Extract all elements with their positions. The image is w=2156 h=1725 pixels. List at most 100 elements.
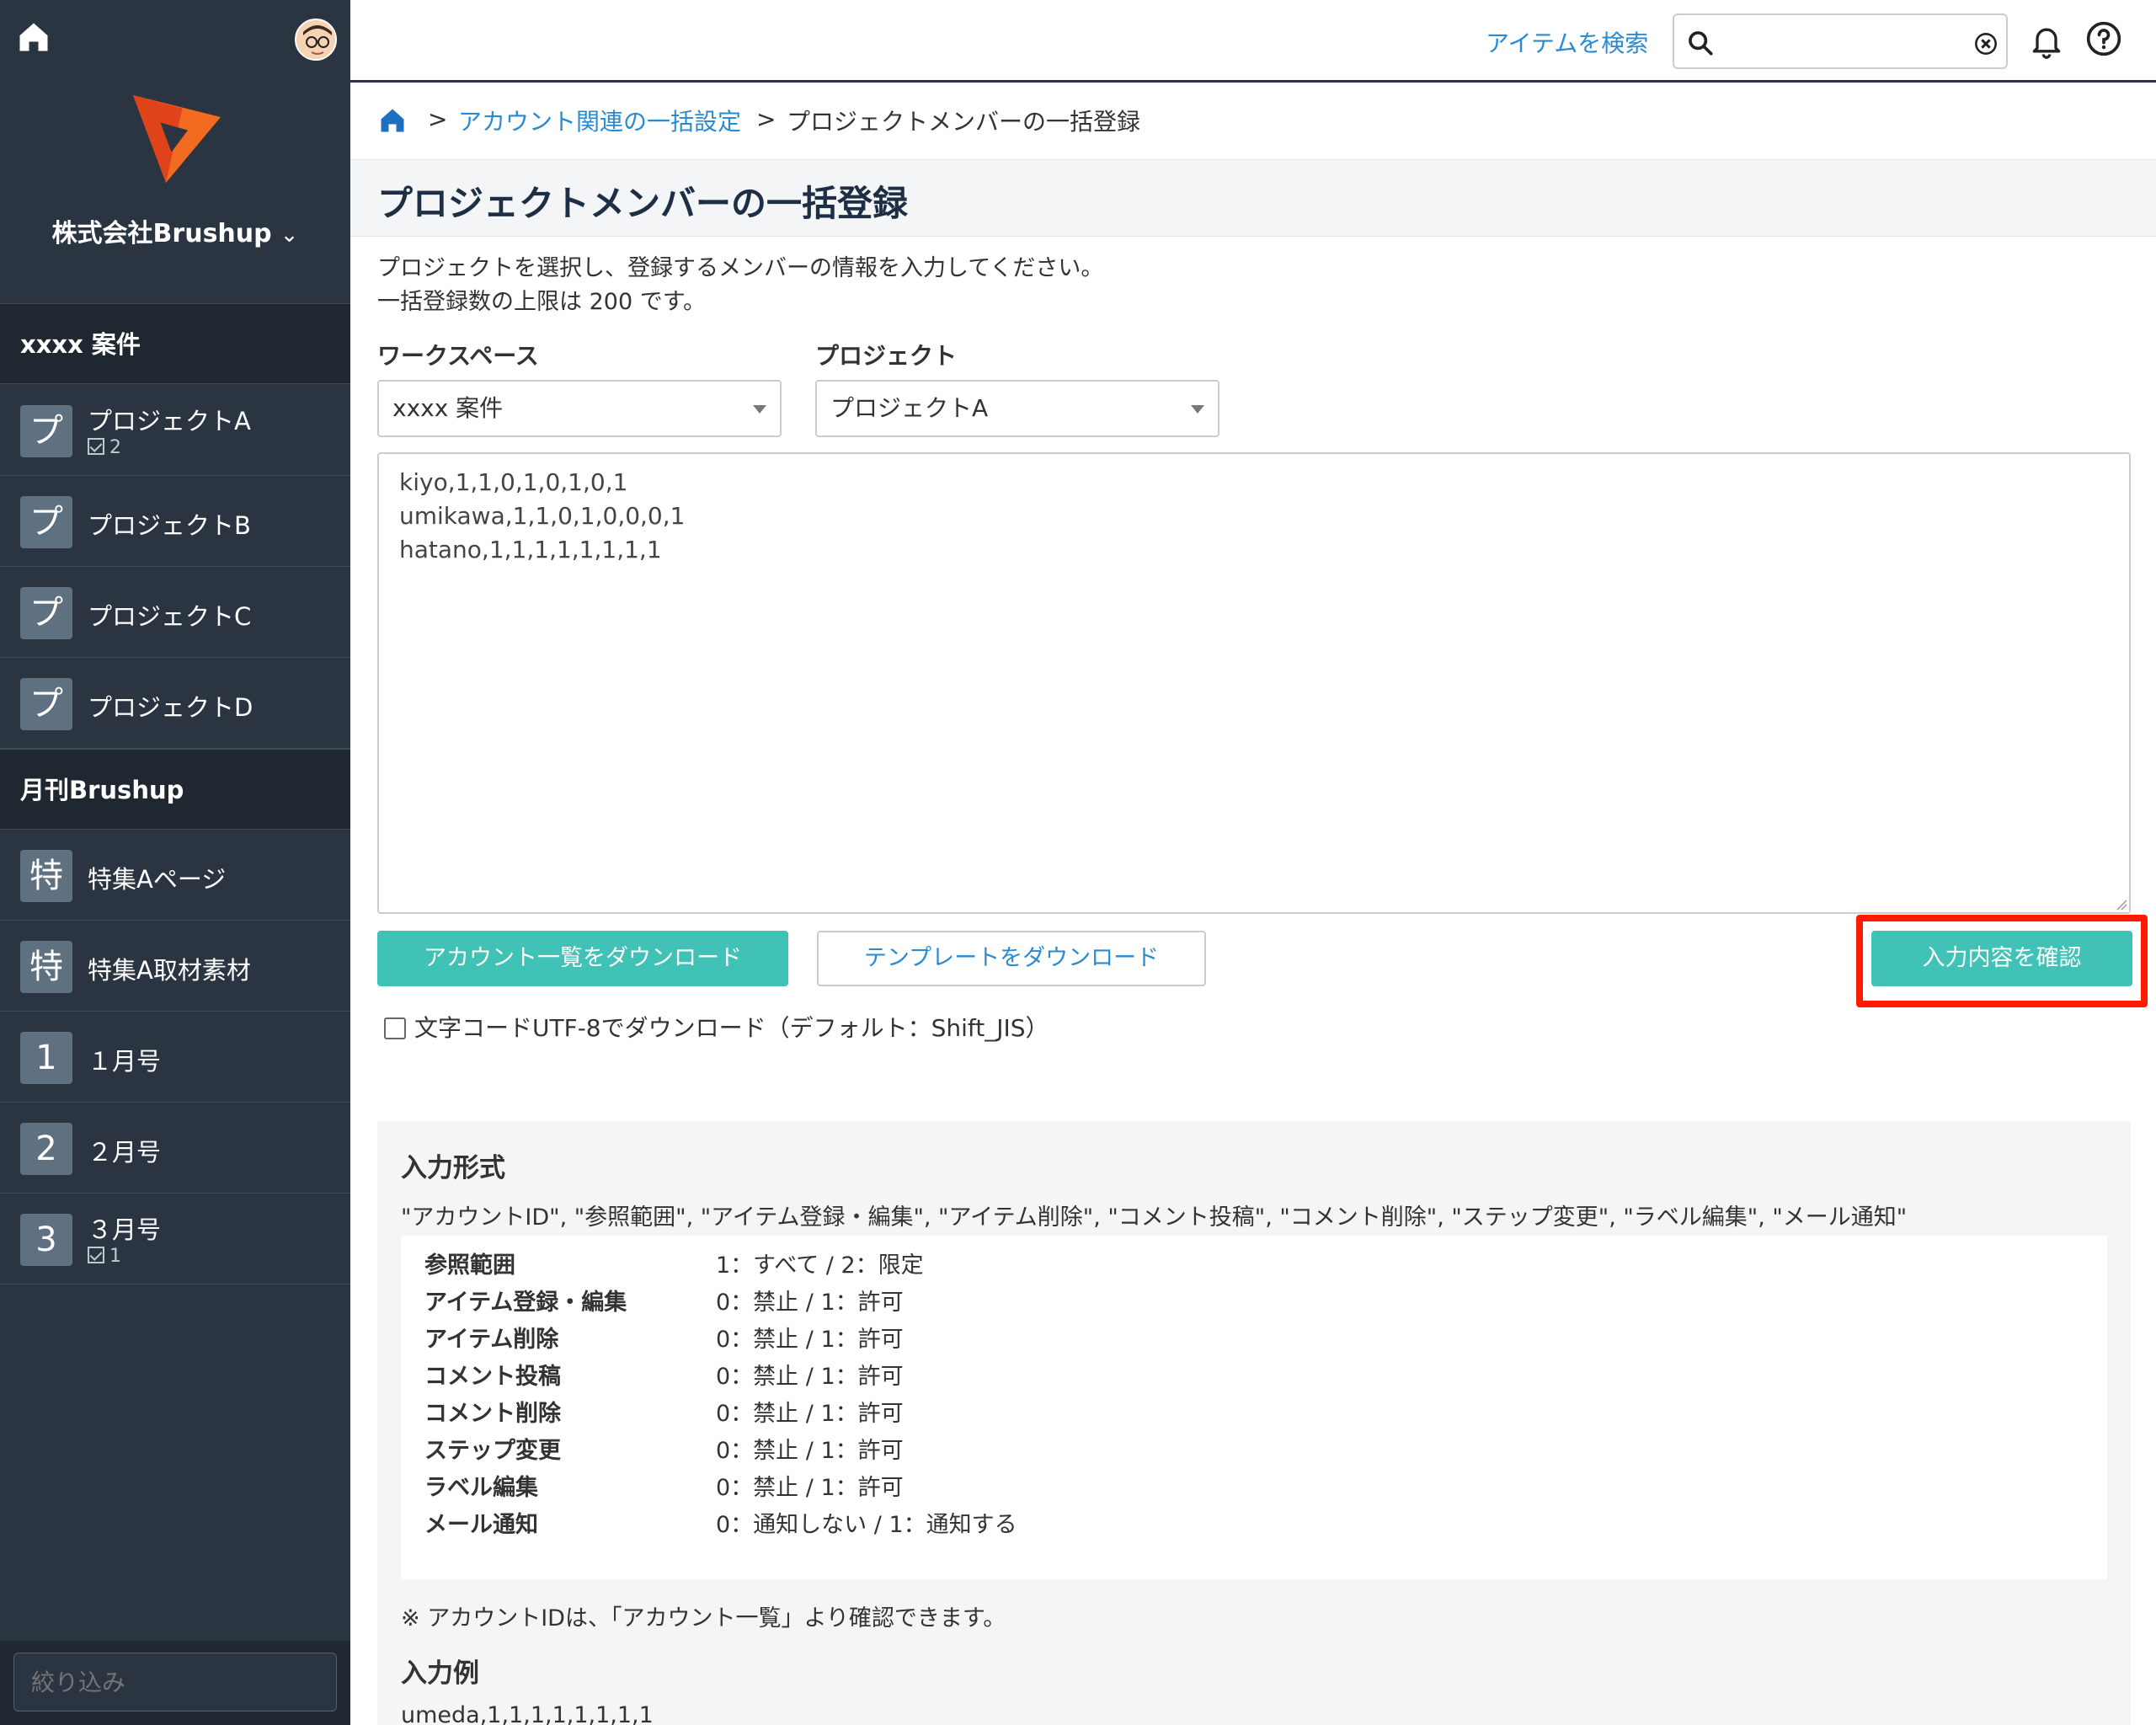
company-name: 株式会社Brushup	[51, 219, 272, 248]
sidebar-item-label: １月号	[88, 1047, 162, 1076]
top-bar: アイテムを検索	[350, 0, 2156, 83]
utf8-checkbox-label: 文字コードUTF-8でダウンロード（デフォルト：Shift_JIS）	[414, 1014, 1049, 1042]
item-count: 2	[88, 437, 121, 458]
format-table: 参照範囲 1：すべて / 2：限定 アイテム登録・編集 0：禁止 / 1：許可 …	[401, 1236, 2107, 1579]
format-value: 0：禁止 / 1：許可	[716, 1327, 904, 1353]
workspace-select[interactable]: xxxx 案件	[377, 380, 782, 437]
search-icon	[1689, 31, 1713, 56]
project-badge: 2	[20, 1123, 72, 1175]
company-switcher[interactable]: 株式会社Brushup ⌄	[0, 212, 350, 249]
sidebar-item-january[interactable]: 1 １月号	[0, 1012, 350, 1103]
filter-area	[0, 1641, 350, 1725]
format-key: コメント削除	[424, 1401, 561, 1427]
sidebar-item-feature-a-page[interactable]: 特 特集Aページ	[0, 830, 350, 921]
format-value: 0：禁止 / 1：許可	[716, 1438, 904, 1464]
search-input[interactable]	[1673, 13, 2008, 69]
item-count: 1	[88, 1246, 121, 1267]
format-key: メール通知	[424, 1512, 538, 1538]
sidebar-item-label: 特集Aページ	[88, 865, 227, 894]
sidebar-item-label: 特集A取材素材	[88, 956, 251, 985]
page-description: プロジェクトを選択し、登録するメンバーの情報を入力してください。 一括登録数の上…	[377, 252, 1103, 319]
download-template-button[interactable]: テンプレートをダウンロード	[817, 931, 1206, 986]
format-key: ステップ変更	[424, 1438, 561, 1464]
sidebar-item-label: ２月号	[88, 1138, 162, 1167]
workspace-select-value: xxxx 案件	[392, 394, 504, 422]
download-accounts-button[interactable]: アカウント一覧をダウンロード	[377, 931, 788, 986]
format-key: 参照範囲	[424, 1252, 515, 1279]
workspace-label: ワークスペース	[377, 342, 539, 370]
format-value: 0：禁止 / 1：許可	[716, 1401, 904, 1427]
checkbox-icon	[88, 1247, 104, 1263]
example-title: 入力例	[401, 1658, 479, 1689]
format-value: 1：すべて / 2：限定	[716, 1252, 924, 1279]
page-title: プロジェクトメンバーの一括登録	[377, 183, 909, 224]
project-badge: 3	[20, 1214, 72, 1266]
utf8-checkbox-row[interactable]: 文字コードUTF-8でダウンロード（デフォルト：Shift_JIS）	[384, 1010, 1049, 1044]
project-badge: プ	[20, 496, 72, 548]
user-avatar[interactable]	[295, 19, 337, 61]
project-select-value: プロジェクトA	[830, 394, 989, 422]
brushup-logo	[133, 95, 221, 183]
sidebar-item-march[interactable]: 3 ３月号 1	[0, 1194, 350, 1284]
home-icon[interactable]	[15, 19, 52, 56]
format-value: 0：禁止 / 1：許可	[716, 1475, 904, 1501]
sidebar-item-label: プロジェクトC	[88, 602, 252, 631]
project-badge: 特	[20, 850, 72, 902]
caret-down-icon	[753, 405, 766, 414]
help-icon[interactable]	[2085, 20, 2122, 57]
sidebar-item-label: ３月号	[88, 1215, 162, 1244]
workspace-header[interactable]: xxxx 案件	[0, 303, 350, 384]
confirm-input-button[interactable]: 入力内容を確認	[1871, 931, 2132, 986]
example-line: umeda,1,1,1,1,1,1,1,1	[401, 1702, 654, 1725]
account-id-note: ※ アカウントIDは、「アカウント一覧」より確認できます。	[401, 1605, 1006, 1632]
sidebar-item-project-a[interactable]: プ プロジェクトA 2	[0, 385, 350, 476]
format-key: コメント投稿	[424, 1364, 561, 1390]
input-format-panel: 入力形式 "アカウントID", "参照範囲", "アイテム登録・編集", "アイ…	[377, 1121, 2131, 1725]
breadcrumb-parent-link[interactable]: アカウント関連の一括設定	[458, 104, 741, 137]
page-title-bar: プロジェクトメンバーの一括登録	[350, 159, 2156, 237]
sidebar-item-project-b[interactable]: プ プロジェクトB	[0, 476, 350, 567]
format-key: アイテム削除	[424, 1327, 559, 1353]
format-key: ラベル編集	[424, 1475, 538, 1501]
bell-icon[interactable]	[2028, 20, 2065, 61]
home-icon[interactable]	[377, 105, 408, 136]
breadcrumb-current: プロジェクトメンバーの一括登録	[787, 108, 1141, 136]
breadcrumb: > アカウント関連の一括設定 > プロジェクトメンバーの一括登録	[350, 85, 2156, 159]
member-input-textarea[interactable]: kiyo,1,1,0,1,0,1,0,1 umikawa,1,1,0,1,0,0…	[377, 452, 2131, 914]
filter-input[interactable]	[13, 1653, 337, 1712]
workspace-header[interactable]: 月刊Brushup	[0, 749, 350, 830]
textarea-line: hatano,1,1,1,1,1,1,1,1	[399, 536, 662, 563]
format-value: 0：通知しない / 1：通知する	[716, 1512, 1017, 1538]
format-columns: "アカウントID", "参照範囲", "アイテム登録・編集", "アイテム削除"…	[401, 1204, 1908, 1231]
caret-down-icon	[1191, 405, 1204, 414]
description-line: 一括登録数の上限は 200 です。	[377, 289, 706, 315]
project-label: プロジェクト	[815, 342, 958, 370]
sidebar-item-label: プロジェクトD	[88, 693, 253, 722]
format-value: 0：禁止 / 1：許可	[716, 1364, 904, 1390]
project-badge: 特	[20, 941, 72, 993]
description-line: プロジェクトを選択し、登録するメンバーの情報を入力してください。	[377, 255, 1104, 281]
sidebar-item-feature-a-material[interactable]: 特 特集A取材素材	[0, 921, 350, 1012]
utf8-checkbox[interactable]	[384, 1017, 406, 1039]
sidebar-item-label: プロジェクトB	[88, 511, 251, 540]
resize-grip-icon[interactable]	[2114, 897, 2127, 911]
format-value: 0：禁止 / 1：許可	[716, 1290, 904, 1316]
project-badge: プ	[20, 405, 72, 457]
sidebar-item-project-d[interactable]: プ プロジェクトD	[0, 658, 350, 749]
breadcrumb-separator: >	[756, 105, 776, 133]
sidebar-item-february[interactable]: 2 ２月号	[0, 1103, 350, 1194]
project-badge: プ	[20, 587, 72, 639]
chevron-down-icon: ⌄	[280, 222, 299, 248]
format-title: 入力形式	[401, 1153, 505, 1183]
project-select[interactable]: プロジェクトA	[815, 380, 1219, 437]
sidebar-item-project-c[interactable]: プ プロジェクトC	[0, 567, 350, 658]
textarea-line: kiyo,1,1,0,1,0,1,0,1	[399, 468, 628, 496]
clear-icon[interactable]	[1974, 32, 1998, 56]
sidebar-item-label: プロジェクトA	[88, 407, 251, 435]
project-badge: プ	[20, 678, 72, 730]
checkbox-icon	[88, 438, 104, 455]
main-content: プロジェクトを選択し、登録するメンバーの情報を入力してください。 一括登録数の上…	[350, 237, 2156, 1725]
breadcrumb-separator: >	[428, 105, 448, 133]
project-badge: 1	[20, 1032, 72, 1084]
item-search-link[interactable]: アイテムを検索	[1486, 25, 1648, 59]
